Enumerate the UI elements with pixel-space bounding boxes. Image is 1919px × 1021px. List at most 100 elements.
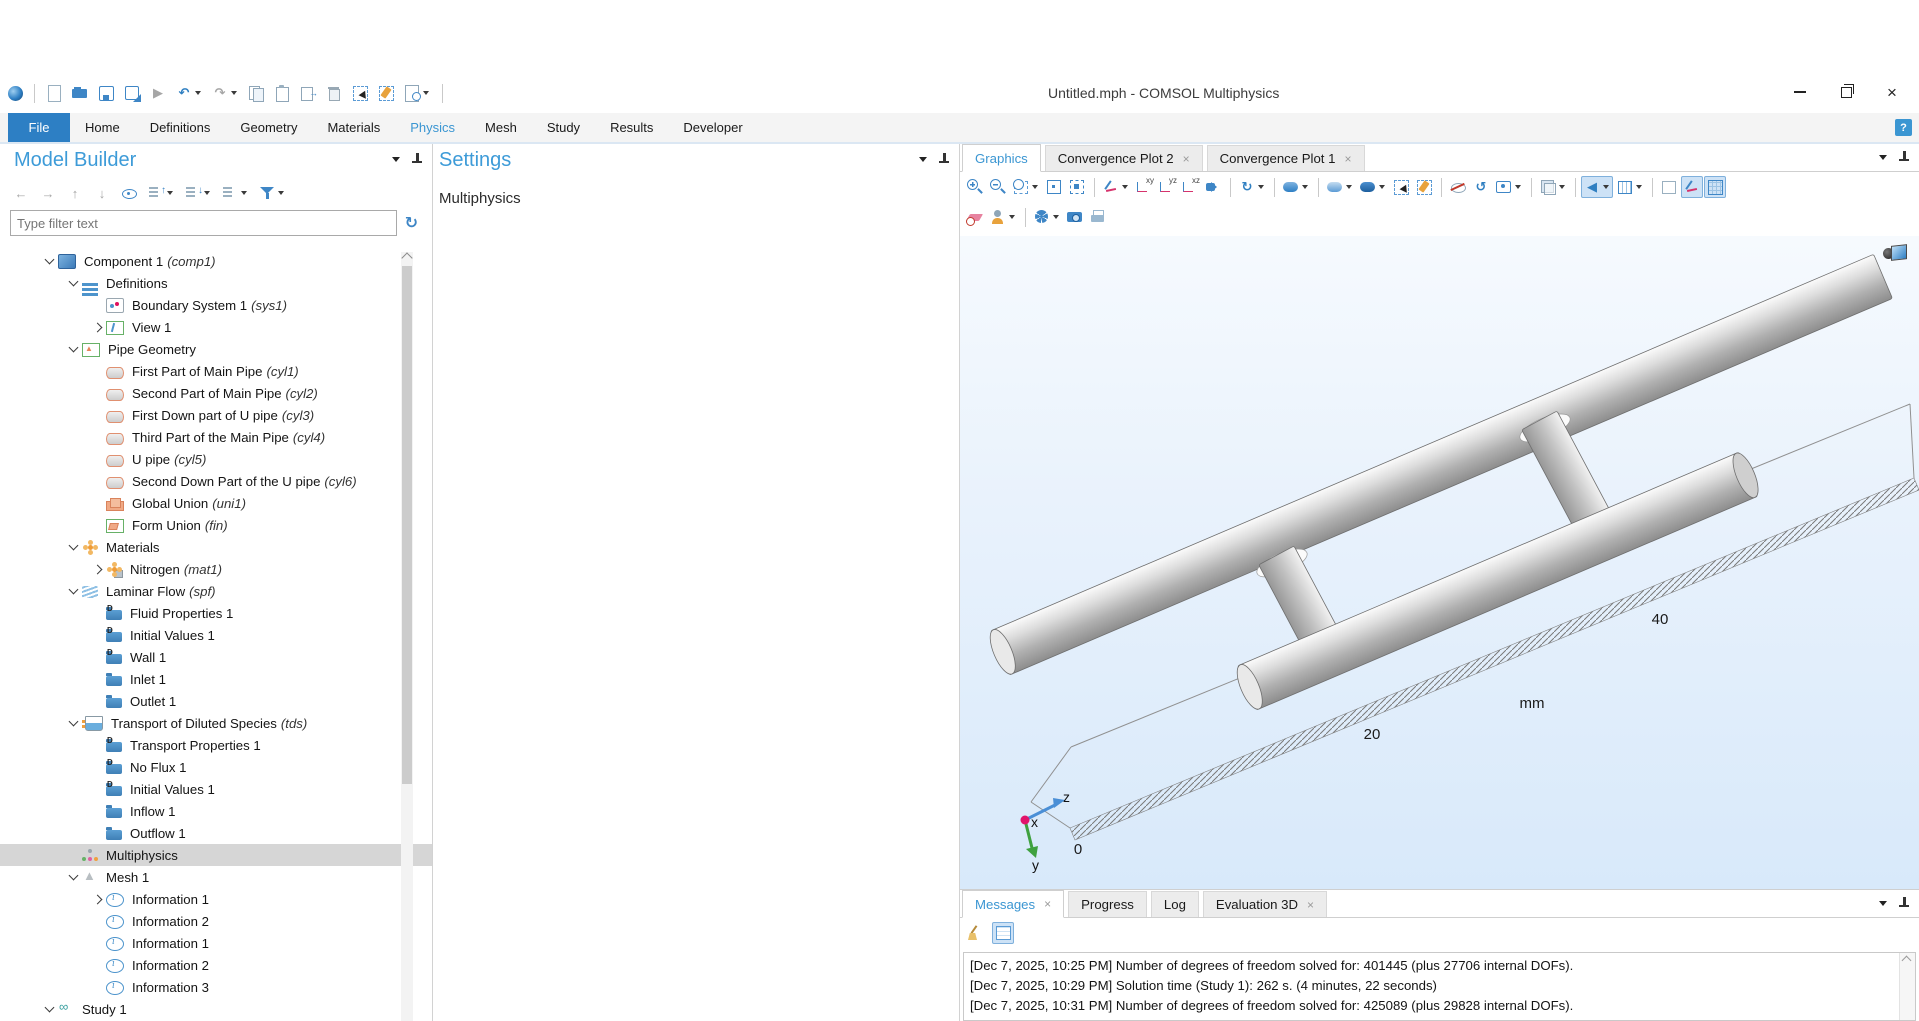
- expander[interactable]: [40, 1007, 58, 1011]
- close-tab-icon[interactable]: ×: [1307, 899, 1314, 911]
- material-color-button[interactable]: [1324, 176, 1356, 198]
- tab-convergence-plot-1[interactable]: Convergence Plot 1×: [1207, 145, 1365, 171]
- tree-item-initial-values-1[interactable]: Initial Values 1: [0, 778, 432, 800]
- tree-item-u-pipe[interactable]: U pipe(cyl5): [0, 448, 432, 470]
- panel-menu-caret-icon[interactable]: [392, 157, 400, 162]
- graphics-canvas[interactable]: 40 mm 20 0 z: [960, 236, 1919, 889]
- view-yz-button[interactable]: [1156, 176, 1178, 198]
- zoom-in-button[interactable]: [964, 176, 986, 198]
- tree-item-information-3[interactable]: Information 3: [0, 976, 432, 998]
- expander[interactable]: [64, 589, 82, 593]
- tab-messages[interactable]: Messages×: [962, 890, 1064, 918]
- tab-evaluation-3d[interactable]: Evaluation 3D×: [1203, 891, 1327, 917]
- tree-item-no-flux-1[interactable]: No Flux 1: [0, 756, 432, 778]
- hide-selected-button[interactable]: [1447, 176, 1469, 198]
- tree-item-outlet-1[interactable]: Outlet 1: [0, 690, 432, 712]
- tree-item-transport-of-diluted-species[interactable]: Transport of Diluted Species(tds): [0, 712, 432, 734]
- scene-view-indicator-icon[interactable]: [1883, 244, 1907, 261]
- wireframe-button[interactable]: [1614, 176, 1646, 198]
- tree-item-view-1[interactable]: View 1: [0, 316, 432, 338]
- tree-item-second-down-part-of-the-u-pipe[interactable]: Second Down Part of the U pipe(cyl6): [0, 470, 432, 492]
- tree-item-fluid-properties-1[interactable]: Fluid Properties 1: [0, 602, 432, 624]
- redo-button[interactable]: ↷: [209, 82, 241, 104]
- deselect-button[interactable]: [1413, 176, 1435, 198]
- clip-plane-button[interactable]: [964, 206, 986, 228]
- reset-hiding-button[interactable]: ↺: [1470, 176, 1492, 198]
- expander[interactable]: [40, 259, 58, 263]
- expander[interactable]: [64, 545, 82, 549]
- ribbon-tab-home[interactable]: Home: [70, 113, 135, 142]
- expander[interactable]: [88, 324, 106, 331]
- forward-button[interactable]: →: [37, 182, 59, 204]
- save-as-button[interactable]: [121, 82, 143, 104]
- minimize-button[interactable]: [1777, 76, 1823, 108]
- pin-icon[interactable]: [1899, 896, 1909, 911]
- filter-button[interactable]: [256, 182, 288, 204]
- go-to-view-button[interactable]: ◀: [1581, 176, 1613, 198]
- copy-paste-button[interactable]: [297, 82, 319, 104]
- animate-button[interactable]: [1031, 206, 1063, 228]
- scroll-up-icon[interactable]: [401, 252, 412, 263]
- tree-item-wall-1[interactable]: Wall 1: [0, 646, 432, 668]
- print-button[interactable]: [1087, 206, 1109, 228]
- tree-item-pipe-geometry[interactable]: Pipe Geometry: [0, 338, 432, 360]
- projection-button[interactable]: [1202, 176, 1224, 198]
- collapse-all-button[interactable]: [145, 182, 177, 204]
- tree-item-component-1[interactable]: Component 1(comp1): [0, 250, 432, 272]
- zoom-out-button[interactable]: [987, 176, 1009, 198]
- tree-item-initial-values-1[interactable]: Initial Values 1: [0, 624, 432, 646]
- copy-button[interactable]: [245, 82, 267, 104]
- comsol-logo-button[interactable]: [6, 84, 25, 103]
- expander[interactable]: [64, 721, 82, 725]
- paste-button[interactable]: [271, 82, 293, 104]
- snapshot-button[interactable]: [1064, 206, 1086, 228]
- new-file-button[interactable]: [43, 82, 65, 104]
- pin-icon[interactable]: [1899, 150, 1909, 165]
- save-button[interactable]: [95, 82, 117, 104]
- open-button[interactable]: [69, 82, 91, 104]
- ribbon-tab-materials[interactable]: Materials: [312, 113, 395, 142]
- select-box-button[interactable]: [349, 82, 371, 104]
- transparency-button[interactable]: [1537, 176, 1569, 198]
- tree-item-second-part-of-main-pipe[interactable]: Second Part of Main Pipe(cyl2): [0, 382, 432, 404]
- zoom-extents-button[interactable]: [1043, 176, 1065, 198]
- expander[interactable]: [64, 281, 82, 285]
- panel-menu-caret-icon[interactable]: [919, 157, 927, 162]
- close-tab-icon[interactable]: ×: [1344, 153, 1351, 165]
- show-axes-button[interactable]: [1681, 176, 1703, 198]
- close-button[interactable]: ×: [1869, 76, 1915, 108]
- tree-item-definitions[interactable]: Definitions: [0, 272, 432, 294]
- ribbon-tab-study[interactable]: Study: [532, 113, 595, 142]
- log-scrollbar[interactable]: [1899, 953, 1915, 1020]
- expander[interactable]: [64, 875, 82, 879]
- refresh-icon[interactable]: ↻: [405, 213, 418, 233]
- restore-button[interactable]: [1823, 76, 1869, 108]
- filter-input[interactable]: [10, 210, 397, 236]
- ribbon-tab-definitions[interactable]: Definitions: [135, 113, 226, 142]
- back-button[interactable]: ←: [10, 182, 32, 204]
- file-menu-button[interactable]: File: [8, 113, 70, 142]
- ribbon-tab-results[interactable]: Results: [595, 113, 668, 142]
- tree-item-first-part-of-main-pipe[interactable]: First Part of Main Pipe(cyl1): [0, 360, 432, 382]
- tree-scrollbar[interactable]: [401, 252, 413, 1021]
- panel-menu-caret-icon[interactable]: [1879, 901, 1887, 906]
- tree-item-information-1[interactable]: Information 1: [0, 932, 432, 954]
- tab-progress[interactable]: Progress: [1068, 891, 1147, 917]
- tree-item-first-down-part-of-u-pipe[interactable]: First Down part of U pipe(cyl3): [0, 404, 432, 426]
- tab-graphics[interactable]: Graphics: [962, 144, 1041, 172]
- toggle-model-tree-button[interactable]: [118, 182, 140, 204]
- model-tree-nodes-button[interactable]: [219, 182, 251, 204]
- tree-item-global-union[interactable]: Global Union(uni1): [0, 492, 432, 514]
- expander[interactable]: [88, 566, 106, 573]
- tree-item-multiphysics[interactable]: Multiphysics: [0, 844, 432, 866]
- tree-item-information-2[interactable]: Information 2: [0, 910, 432, 932]
- ribbon-tab-developer[interactable]: Developer: [668, 113, 757, 142]
- default-view-button[interactable]: [1100, 176, 1132, 198]
- tree-item-outflow-1[interactable]: Outflow 1: [0, 822, 432, 844]
- expand-all-button[interactable]: [182, 182, 214, 204]
- deselect-button[interactable]: [375, 82, 397, 104]
- tree-item-inflow-1[interactable]: Inflow 1: [0, 800, 432, 822]
- run-button[interactable]: ▶: [147, 82, 169, 104]
- move-up-button[interactable]: ↑: [64, 182, 86, 204]
- scene-color-button[interactable]: [1280, 176, 1312, 198]
